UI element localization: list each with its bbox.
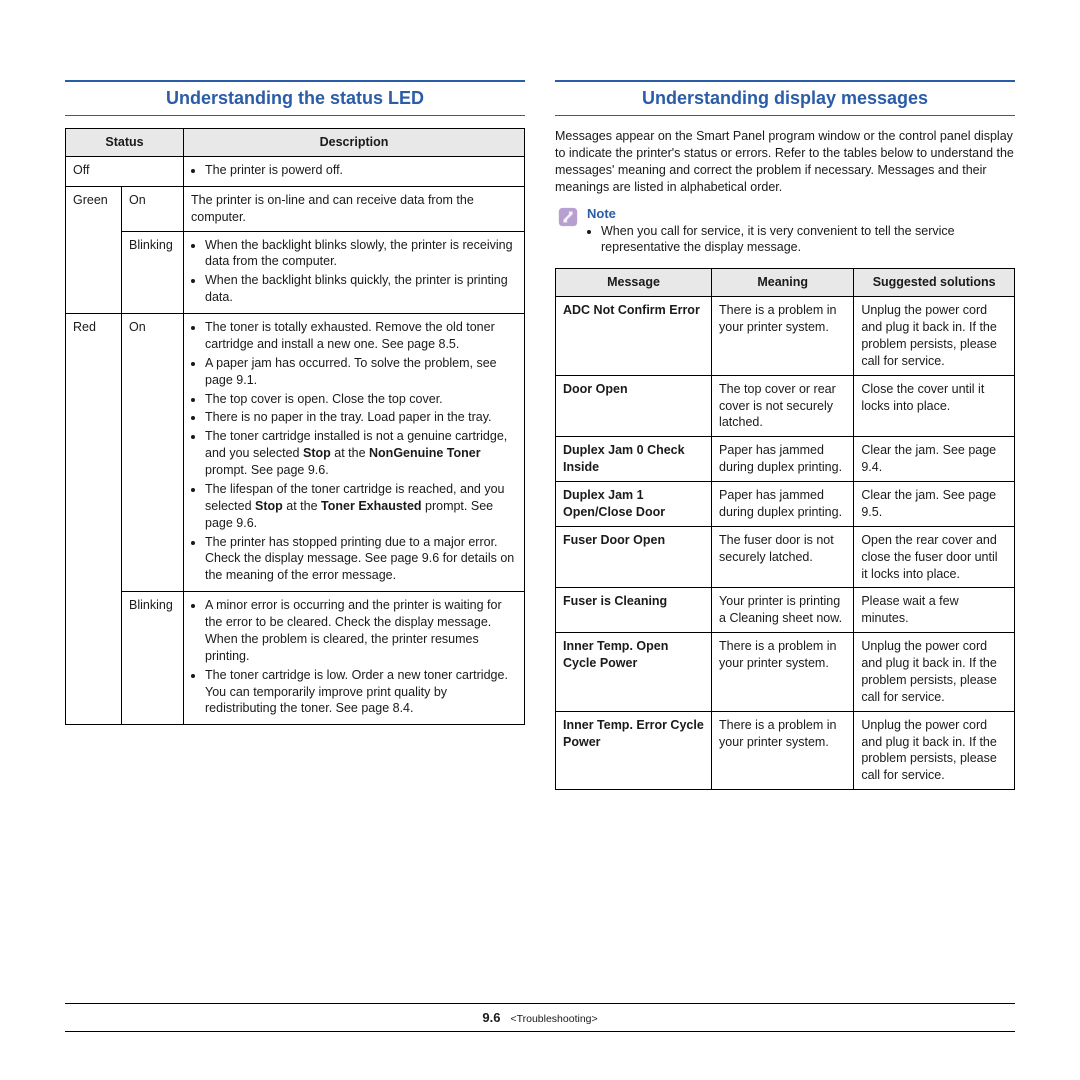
cell-message: Fuser is Cleaning: [556, 588, 712, 633]
table-row: Fuser Door OpenThe fuser door is not sec…: [556, 526, 1015, 588]
table-row: Off The printer is powerd off.: [66, 156, 525, 186]
cell-green-on: On: [122, 186, 184, 231]
cell-message: Door Open: [556, 375, 712, 437]
cell-green: Green: [66, 186, 122, 313]
table-row: Green On The printer is on-line and can …: [66, 186, 525, 231]
display-messages-table: Message Meaning Suggested solutions ADC …: [555, 268, 1015, 790]
cell-green-blink: Blinking: [122, 231, 184, 314]
cell-off: Off: [66, 156, 184, 186]
cell-red-blink-desc: A minor error is occurring and the print…: [184, 592, 525, 725]
table-row: Red On The toner is totally exhausted. R…: [66, 314, 525, 592]
table-header-row: Status Description: [66, 129, 525, 157]
cell-red-blink: Blinking: [122, 592, 184, 725]
right-column: Understanding display messages Messages …: [555, 80, 1015, 790]
table-row: Inner Temp. Error Cycle PowerThere is a …: [556, 711, 1015, 790]
cell-meaning: There is a problem in your printer syste…: [712, 633, 854, 712]
cell-meaning: The top cover or rear cover is not secur…: [712, 375, 854, 437]
cell-solution: Close the cover until it locks into plac…: [854, 375, 1015, 437]
cell-message: ADC Not Confirm Error: [556, 297, 712, 376]
intro-paragraph: Messages appear on the Smart Panel progr…: [555, 128, 1015, 196]
cell-green-on-desc: The printer is on-line and can receive d…: [184, 186, 525, 231]
cell-meaning: Paper has jammed during duplex printing.: [712, 482, 854, 527]
cell-message: Inner Temp. Error Cycle Power: [556, 711, 712, 790]
table-row: Blinking When the backlight blinks slowl…: [66, 231, 525, 314]
bullet: A minor error is occurring and the print…: [205, 597, 517, 665]
bullet: The toner cartridge is low. Order a new …: [205, 667, 517, 718]
cell-red: Red: [66, 314, 122, 725]
cell-green-blink-desc: When the backlight blinks slowly, the pr…: [184, 231, 525, 314]
status-led-table: Status Description Off The printer is po…: [65, 128, 525, 725]
bullet: The toner is totally exhausted. Remove t…: [205, 319, 517, 353]
bullet: There is no paper in the tray. Load pape…: [205, 409, 517, 426]
note-icon: [557, 206, 579, 228]
cell-solution: Unplug the power cord and plug it back i…: [854, 297, 1015, 376]
note-block: Note When you call for service, it is ve…: [555, 206, 1015, 259]
cell-message: Fuser Door Open: [556, 526, 712, 588]
cell-message: Duplex Jam 0 Check Inside: [556, 437, 712, 482]
cell-solution: Open the rear cover and close the fuser …: [854, 526, 1015, 588]
cell-message: Duplex Jam 1 Open/Close Door: [556, 482, 712, 527]
left-column: Understanding the status LED Status Desc…: [65, 80, 525, 790]
cell-solution: Unplug the power cord and plug it back i…: [854, 633, 1015, 712]
table-header-row: Message Meaning Suggested solutions: [556, 269, 1015, 297]
cell-solution: Clear the jam. See page 9.4.: [854, 437, 1015, 482]
cell-meaning: There is a problem in your printer syste…: [712, 711, 854, 790]
note-body: When you call for service, it is very co…: [601, 223, 1015, 257]
table-row: Inner Temp. Open Cycle PowerThere is a p…: [556, 633, 1015, 712]
cell-solution: Please wait a few minutes.: [854, 588, 1015, 633]
page-number: 9.6: [482, 1010, 500, 1025]
cell-meaning: The fuser door is not securely latched.: [712, 526, 854, 588]
cell-meaning: Your printer is printing a Cleaning shee…: [712, 588, 854, 633]
cell-red-on-desc: The toner is totally exhausted. Remove t…: [184, 314, 525, 592]
cell-red-on: On: [122, 314, 184, 592]
table-row: Fuser is CleaningYour printer is printin…: [556, 588, 1015, 633]
cell-meaning: Paper has jammed during duplex printing.: [712, 437, 854, 482]
cell-solution: Unplug the power cord and plug it back i…: [854, 711, 1015, 790]
bullet: The printer has stopped printing due to …: [205, 534, 517, 585]
bullet: The printer is powerd off.: [205, 162, 517, 179]
bullet: When the backlight blinks slowly, the pr…: [205, 237, 517, 271]
th-meaning: Meaning: [712, 269, 854, 297]
cell-solution: Clear the jam. See page 9.5.: [854, 482, 1015, 527]
bullet: A paper jam has occurred. To solve the p…: [205, 355, 517, 389]
bullet: The lifespan of the toner cartridge is r…: [205, 481, 517, 532]
cell-meaning: There is a problem in your printer syste…: [712, 297, 854, 376]
page-footer: 9.6 <Troubleshooting>: [65, 1003, 1015, 1032]
bullet: The top cover is open. Close the top cov…: [205, 391, 517, 408]
table-row: Blinking A minor error is occurring and …: [66, 592, 525, 725]
th-message: Message: [556, 269, 712, 297]
note-title: Note: [587, 206, 1015, 221]
table-row: Duplex Jam 1 Open/Close DoorPaper has ja…: [556, 482, 1015, 527]
cell-message: Inner Temp. Open Cycle Power: [556, 633, 712, 712]
cell-off-desc: The printer is powerd off.: [184, 156, 525, 186]
th-status: Status: [66, 129, 184, 157]
breadcrumb: <Troubleshooting>: [510, 1013, 597, 1025]
th-solution: Suggested solutions: [854, 269, 1015, 297]
bullet: When the backlight blinks quickly, the p…: [205, 272, 517, 306]
bullet: The toner cartridge installed is not a g…: [205, 428, 517, 479]
section-heading-display-messages: Understanding display messages: [555, 80, 1015, 116]
table-row: Door OpenThe top cover or rear cover is …: [556, 375, 1015, 437]
table-row: ADC Not Confirm ErrorThere is a problem …: [556, 297, 1015, 376]
table-row: Duplex Jam 0 Check InsidePaper has jamme…: [556, 437, 1015, 482]
note-content: Note When you call for service, it is ve…: [587, 206, 1015, 259]
th-description: Description: [184, 129, 525, 157]
section-heading-status-led: Understanding the status LED: [65, 80, 525, 116]
